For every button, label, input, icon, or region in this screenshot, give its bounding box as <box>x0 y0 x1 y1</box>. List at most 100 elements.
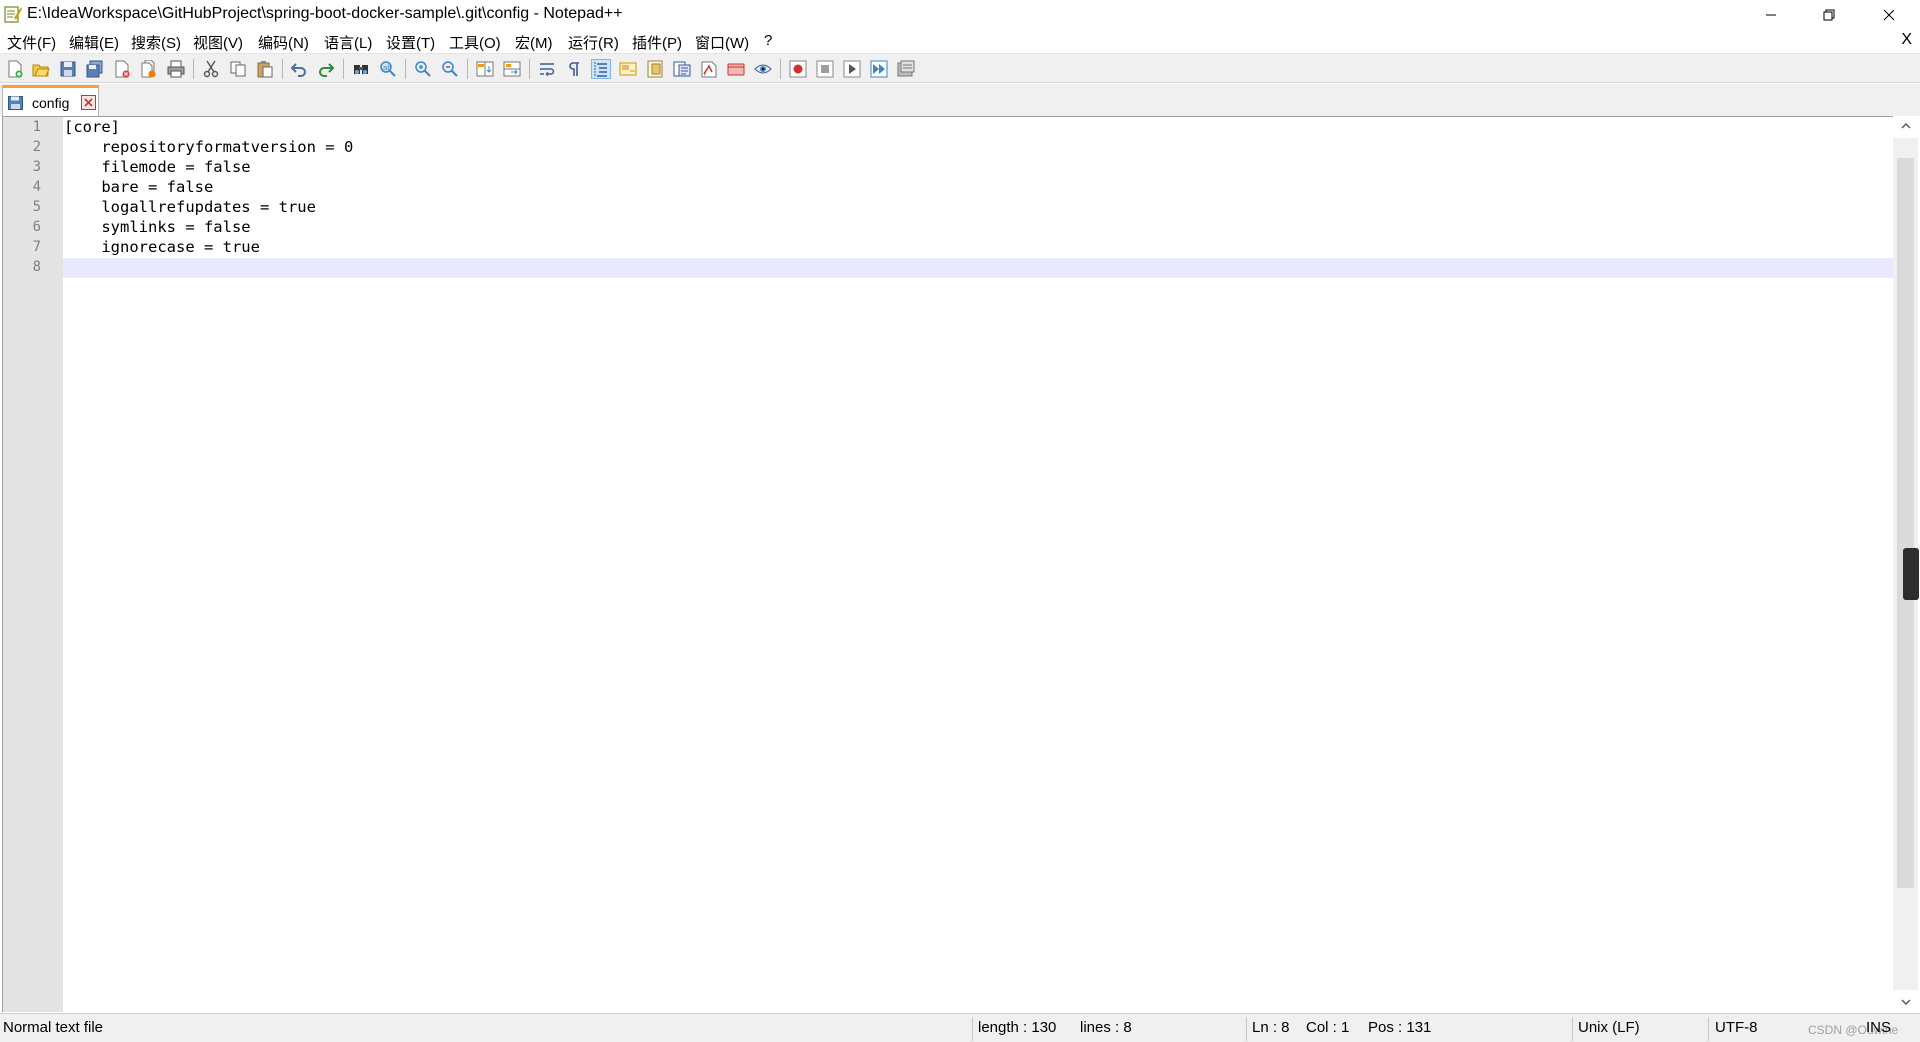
undo-button[interactable] <box>289 59 309 79</box>
menu-file[interactable]: 文件(F) <box>7 32 56 53</box>
record-macro-button[interactable] <box>788 59 808 79</box>
undo-icon <box>290 63 306 77</box>
toolbar-separator <box>405 59 406 79</box>
print-icon <box>167 60 185 78</box>
menu-search[interactable]: 搜索(S) <box>131 32 181 53</box>
sync-vertical-icon <box>476 61 494 77</box>
toolbar-separator <box>193 59 194 79</box>
save-macro-button[interactable] <box>896 59 916 79</box>
pilcrow-icon <box>569 62 579 76</box>
toolbar: ab f <box>0 53 1920 83</box>
folder-workspace-button[interactable]: f <box>699 59 719 79</box>
copy-button[interactable] <box>228 59 248 79</box>
status-length: length : 130 <box>978 1019 1057 1036</box>
code-line[interactable]: logallrefupdates = true <box>64 198 316 216</box>
status-insert-mode: INS <box>1866 1019 1892 1036</box>
open-file-button[interactable] <box>31 59 51 79</box>
menu-run[interactable]: 运行(R) <box>568 32 619 53</box>
find-button[interactable] <box>351 59 371 79</box>
scroll-down-button[interactable] <box>1893 992 1918 1012</box>
editor-area[interactable]: 1 2 3 4 5 6 7 8 [core] repositoryformatv… <box>2 116 1918 1012</box>
menu-help[interactable]: ? <box>764 32 772 49</box>
doc-monitor-icon <box>727 63 745 76</box>
close-window-button[interactable] <box>1858 0 1920 30</box>
replace-button[interactable]: ab <box>378 59 398 79</box>
status-divider <box>1708 1017 1709 1041</box>
paste-button[interactable] <box>255 59 275 79</box>
code-line[interactable]: repositoryformatversion = 0 <box>64 138 353 156</box>
user-lang-button[interactable] <box>618 59 638 79</box>
save-button[interactable] <box>58 59 78 79</box>
word-wrap-button[interactable] <box>537 59 557 79</box>
line-number: 5 <box>32 199 41 215</box>
tab-close-icon[interactable] <box>81 95 96 110</box>
redo-button[interactable] <box>316 59 336 79</box>
status-line-number: Ln : 8 <box>1252 1019 1290 1036</box>
cut-button[interactable] <box>201 59 221 79</box>
word-wrap-icon <box>540 63 555 77</box>
scroll-track[interactable] <box>1893 138 1919 990</box>
status-encoding[interactable]: UTF-8 <box>1715 1019 1758 1036</box>
scroll-up-button[interactable] <box>1893 116 1918 136</box>
restore-icon <box>1823 9 1835 21</box>
code-line[interactable]: [core] <box>64 118 120 136</box>
doc-map-button[interactable] <box>645 59 665 79</box>
restore-button[interactable] <box>1800 0 1858 30</box>
tab-config[interactable]: config <box>2 85 99 116</box>
menu-language[interactable]: 语言(L) <box>324 32 372 53</box>
user-lang-icon <box>619 62 637 76</box>
menu-window[interactable]: 窗口(W) <box>695 32 749 53</box>
minimize-button[interactable] <box>1742 0 1800 30</box>
save-all-button[interactable] <box>85 59 105 79</box>
line-number: 3 <box>32 159 41 175</box>
status-eol[interactable]: Unix (LF) <box>1578 1019 1640 1036</box>
record-icon <box>789 60 807 78</box>
scroll-position-marker <box>1903 548 1919 600</box>
play-macro-button[interactable] <box>842 59 862 79</box>
menu-macro[interactable]: 宏(M) <box>515 32 553 53</box>
toolbar-separator <box>529 59 530 79</box>
new-file-button[interactable] <box>5 59 25 79</box>
vertical-scrollbar[interactable] <box>1893 116 1919 1012</box>
menu-view[interactable]: 视图(V) <box>193 32 243 53</box>
menu-edit[interactable]: 编辑(E) <box>69 32 119 53</box>
zoom-in-button[interactable] <box>413 59 433 79</box>
function-list-button[interactable] <box>672 59 692 79</box>
zoom-out-button[interactable] <box>440 59 460 79</box>
menu-settings[interactable]: 设置(T) <box>386 32 435 53</box>
code-line[interactable]: ignorecase = true <box>64 238 260 256</box>
tab-bar: config <box>0 84 1920 116</box>
menu-plugins[interactable]: 插件(P) <box>632 32 682 53</box>
minimize-icon <box>1766 14 1776 16</box>
show-all-chars-button[interactable] <box>564 59 584 79</box>
menu-tools[interactable]: 工具(O) <box>449 32 501 53</box>
close-document-button[interactable]: X <box>1901 31 1912 49</box>
save-icon <box>60 61 76 77</box>
close-button[interactable] <box>112 59 132 79</box>
line-number: 6 <box>32 219 41 235</box>
indent-guide-button[interactable] <box>591 59 611 79</box>
code-line[interactable]: bare = false <box>64 178 213 196</box>
toolbar-separator <box>780 59 781 79</box>
close-icon <box>1883 9 1895 21</box>
status-file-type: Normal text file <box>3 1019 104 1036</box>
close-all-button[interactable] <box>139 59 159 79</box>
doc-monitor-button[interactable] <box>726 59 746 79</box>
monitor-button[interactable] <box>753 59 773 79</box>
sync-vertical-button[interactable] <box>475 59 495 79</box>
scroll-thumb[interactable] <box>1897 158 1914 888</box>
sync-horizontal-button[interactable] <box>502 59 522 79</box>
status-position: Pos : 131 <box>1368 1019 1432 1036</box>
status-lines: lines : 8 <box>1080 1019 1132 1036</box>
zoom-out-icon <box>442 61 458 77</box>
toolbar-separator <box>343 59 344 79</box>
find-icon <box>354 65 368 74</box>
code-line[interactable]: filemode = false <box>64 158 250 176</box>
folder-workspace-icon: f <box>701 61 717 78</box>
menu-encoding[interactable]: 编码(N) <box>258 32 309 53</box>
print-button[interactable] <box>166 59 186 79</box>
stop-record-button[interactable] <box>815 59 835 79</box>
function-list-icon <box>673 61 691 77</box>
code-line[interactable]: symlinks = false <box>64 218 250 236</box>
run-macro-multiple-button[interactable] <box>869 59 889 79</box>
